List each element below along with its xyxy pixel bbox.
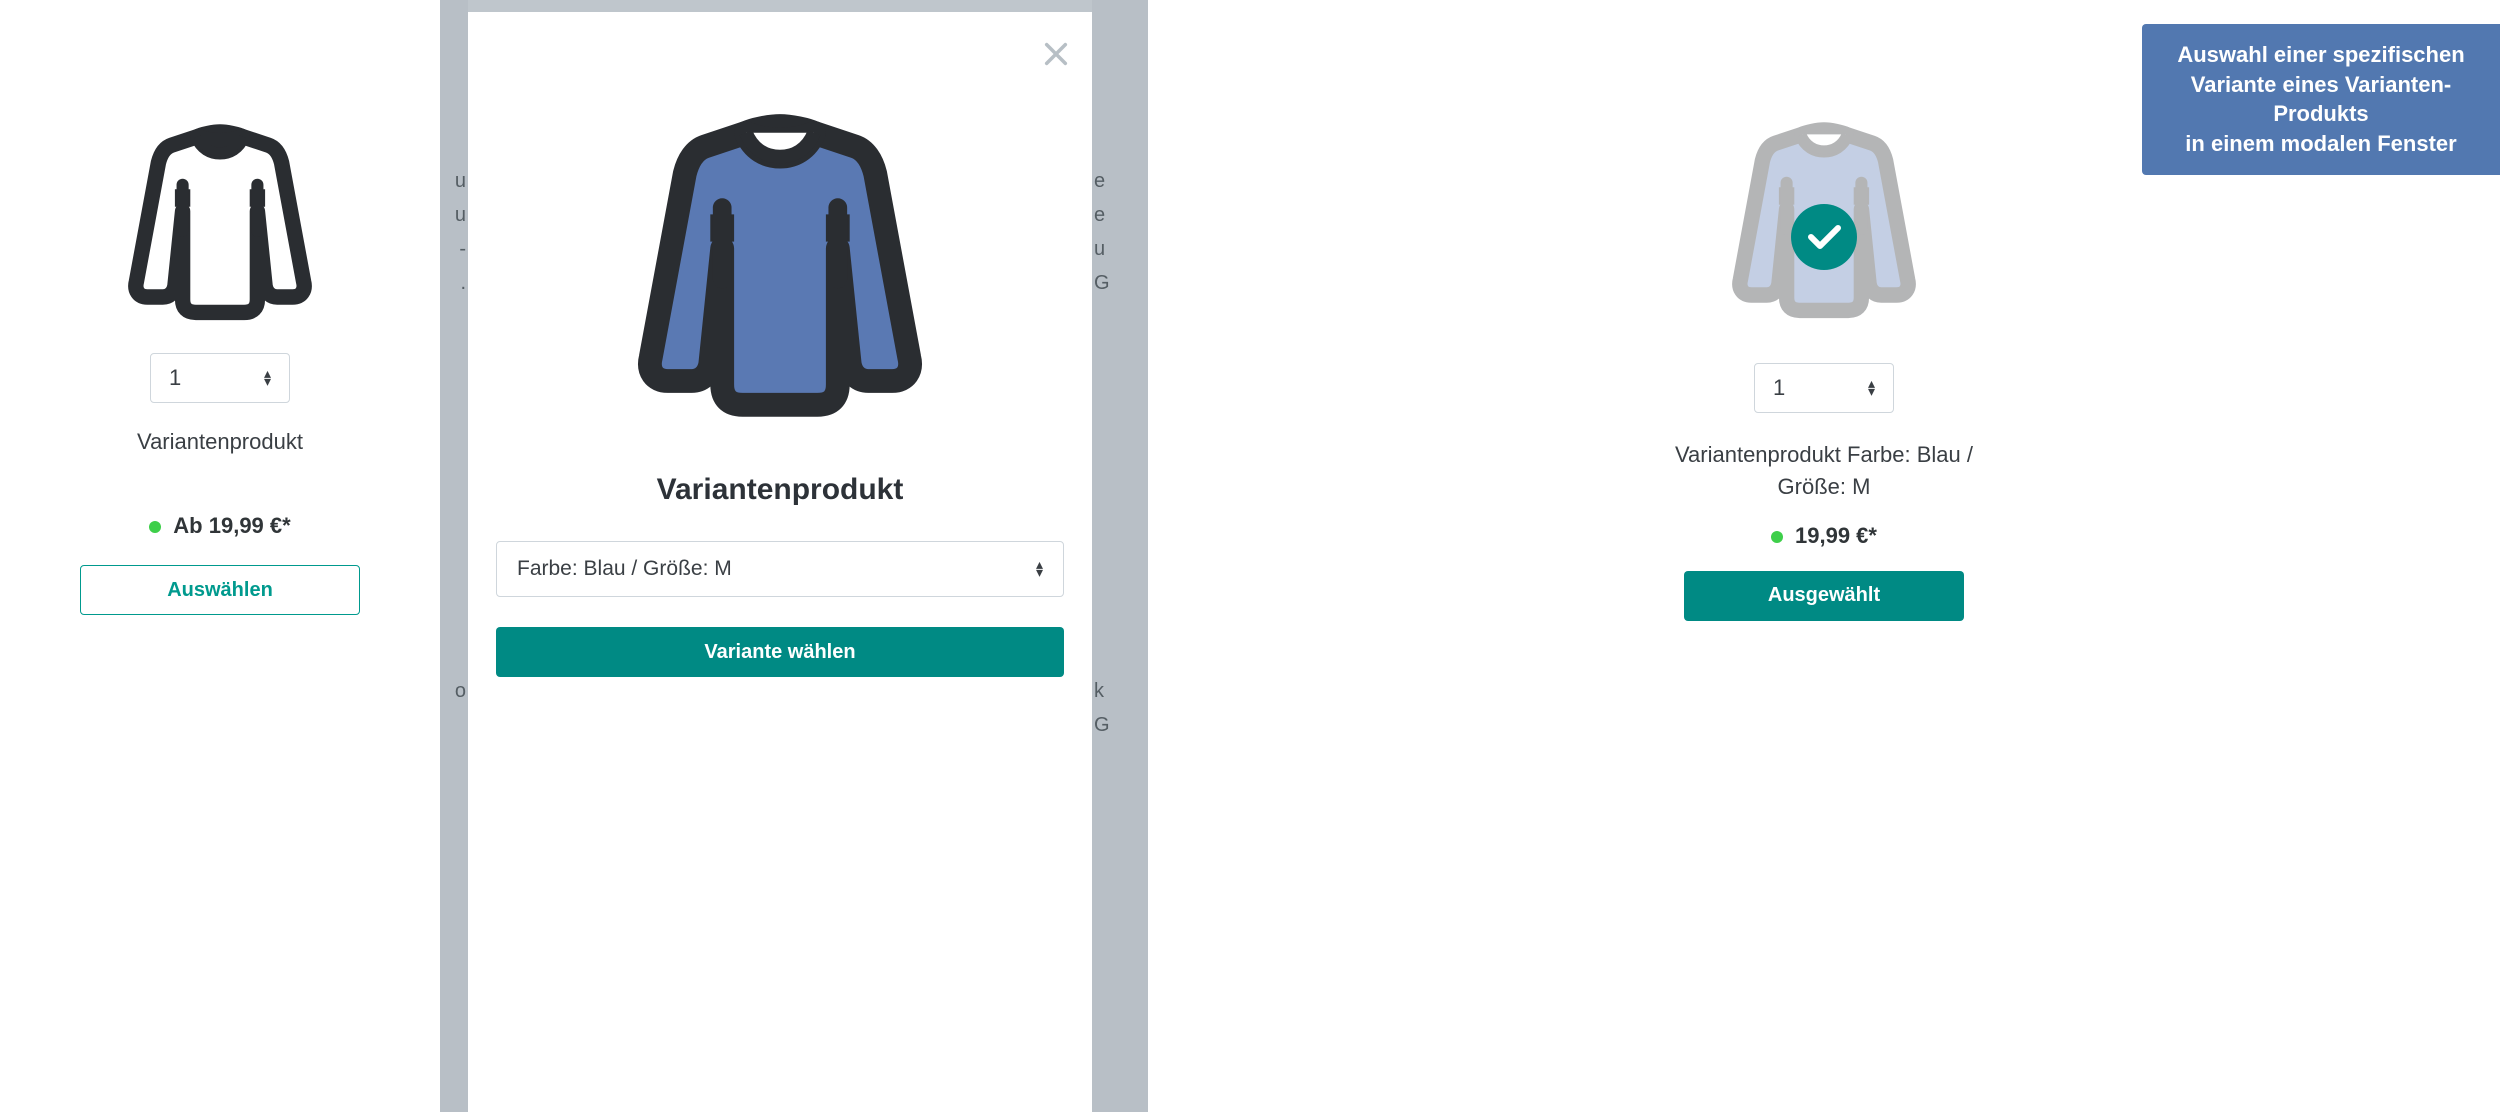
close-icon [1042,40,1070,68]
product-price: Ab 19,99 €* [0,513,440,539]
backdrop-top-slice [468,0,1092,12]
shirt-icon [110,110,330,330]
variant-select[interactable]: Farbe: Blau / Größe: M ▴▾ [496,541,1064,597]
selected-product-panel: 1 ▴▾ Variantenprodukt Farbe: Blau / Größ… [1120,0,2500,1112]
product-name: Variantenprodukt Farbe: Blau / Größe: M [1148,439,2500,503]
backdrop-right-slice: e e u G k G [1092,0,1120,1112]
availability-dot-icon [1771,531,1783,543]
variant-modal: Variantenprodukt Farbe: Blau / Größe: M … [468,12,1092,1112]
selected-button[interactable]: Ausgewählt [1684,571,1964,621]
product-card: 1 ▴▾ Variantenprodukt Ab 19,99 €* Auswäh… [0,0,440,1112]
stepper-icon: ▴▾ [264,370,271,386]
selection-checkmark-icon [1789,202,1859,272]
backdrop-left-slice: u u - . o [440,0,468,1112]
variant-select-value: Farbe: Blau / Größe: M [517,557,732,581]
modal-title: Variantenprodukt [496,473,1064,507]
stepper-icon: ▴▾ [1036,561,1043,577]
availability-dot-icon [149,521,161,533]
quantity-value: 1 [1773,375,1785,401]
close-button[interactable] [1042,40,1070,73]
quantity-select[interactable]: 1 ▴▾ [150,353,290,403]
product-price: 19,99 €* [1148,523,2500,549]
choose-variant-button[interactable]: Variante wählen [496,627,1064,677]
stepper-icon: ▴▾ [1868,380,1875,396]
backdrop-left-slice [1120,0,1148,1112]
shirt-icon [610,92,950,432]
product-name: Variantenprodukt [0,429,440,455]
select-button[interactable]: Auswählen [80,565,360,615]
modal-panel: u u - . o e e u G k G Variantenprodukt F… [440,0,1120,1112]
quantity-value: 1 [169,365,181,391]
callout-banner: Auswahl einer spezifischen Variante eine… [2142,24,2500,175]
quantity-select[interactable]: 1 ▴▾ [1754,363,1894,413]
